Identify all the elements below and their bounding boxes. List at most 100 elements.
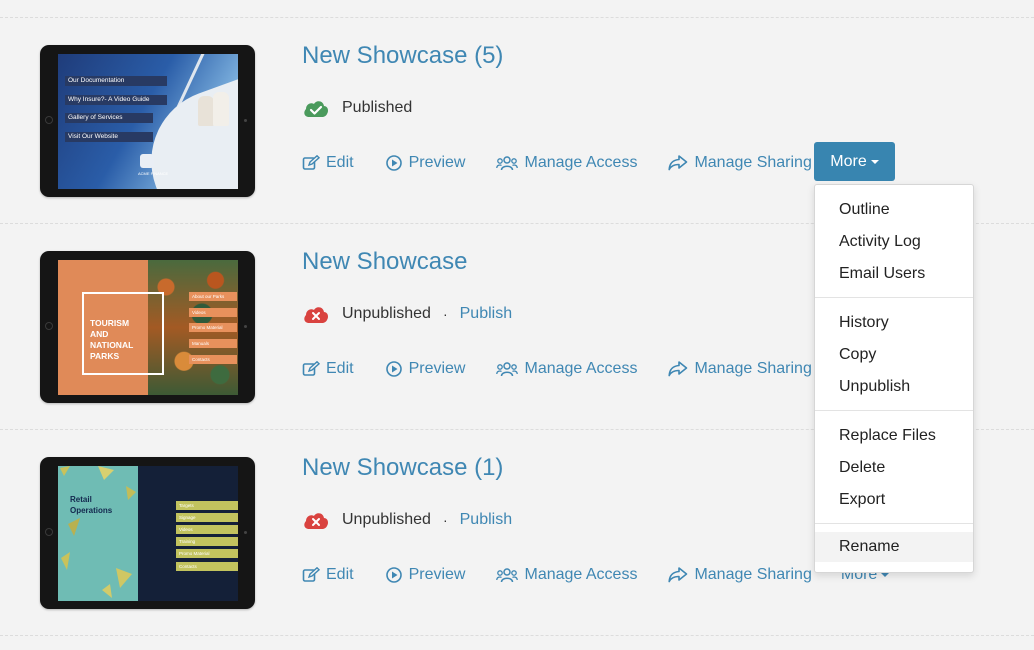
thumb-menu-item: Visit Our Website [65,132,153,142]
menu-item-email-users[interactable]: Email Users [815,259,973,289]
publish-link[interactable]: Publish [460,305,512,323]
manage-access-link[interactable]: Manage Access [496,154,637,172]
showcase-title[interactable]: New Showcase (1) [302,454,503,482]
thumb-menu-item: Our Documentation [65,76,167,86]
caret-down-icon [881,573,890,577]
manage-access-link[interactable]: Manage Access [496,566,637,584]
manage-sharing-link[interactable]: Manage Sharing [668,154,812,172]
status-text: Unpublished [342,511,431,528]
thumb-menu-item: About our Parks [189,292,237,301]
status-line: Published [302,96,412,120]
edit-label: Edit [326,154,354,171]
manage-sharing-link[interactable]: Manage Sharing [668,566,812,584]
preview-label: Preview [408,566,466,583]
users-icon [496,362,519,377]
tablet-home-button [45,116,53,124]
manage-sharing-label: Manage Sharing [694,154,812,171]
share-icon [668,361,688,377]
menu-item-rename[interactable]: Rename [815,532,973,562]
publish-link[interactable]: Publish [460,511,512,529]
manage-access-label: Manage Access [524,154,638,171]
menu-item-outline[interactable]: Outline [815,195,973,225]
edit-icon [302,155,320,170]
share-icon [668,155,688,171]
menu-divider [815,523,973,524]
thumbnail-screen: Retail Operations Targets Signage Videos… [58,466,238,601]
showcase-thumbnail[interactable]: TOURISM AND NATIONAL PARKS About our Par… [40,251,255,403]
showcase-thumbnail[interactable]: Retail Operations Targets Signage Videos… [40,457,255,609]
thumb-menu-item: Videos [176,525,238,534]
manage-access-label: Manage Access [524,360,638,377]
tablet-home-button [45,528,53,536]
cloud-x-icon [302,509,330,531]
thumb-menu-item: Training [176,537,238,546]
menu-divider [815,297,973,298]
edit-link[interactable]: Edit [302,566,354,584]
thumb-title-line: PARKS [90,351,120,361]
thumb-menu-item: Promo Material [176,549,238,558]
menu-item-history[interactable]: History [815,308,973,338]
separator-dot: · [442,512,448,528]
status-line: Unpublished · Publish [302,302,512,326]
tablet-camera [244,119,247,122]
preview-link[interactable]: Preview [385,154,466,172]
manage-access-link[interactable]: Manage Access [496,360,637,378]
edit-link[interactable]: Edit [302,360,354,378]
users-icon [496,156,519,171]
manage-sharing-link[interactable]: Manage Sharing [668,360,812,378]
status-text: Published [342,99,413,116]
preview-label: Preview [408,360,466,377]
thumb-menu-item: Contacts [189,355,237,364]
showcase-title[interactable]: New Showcase (5) [302,42,503,70]
edit-icon [302,567,320,582]
preview-link[interactable]: Preview [385,360,466,378]
menu-item-export[interactable]: Export [815,485,973,515]
edit-label: Edit [326,566,354,583]
cloud-check-icon [302,97,330,119]
separator-dot: · [442,306,448,322]
tablet-home-button [45,322,53,330]
person-figure [213,92,229,126]
menu-divider [815,410,973,411]
edit-link[interactable]: Edit [302,154,354,172]
menu-item-replace-files[interactable]: Replace Files [815,421,973,451]
showcase-title[interactable]: New Showcase [302,248,467,276]
tablet-camera [244,325,247,328]
play-circle-icon [385,361,402,377]
thumb-title-line: Retail [70,495,92,504]
thumb-logo-text: ACME FINANCE [138,171,169,176]
thumb-title-line: TOURISM [90,318,130,328]
showcase-thumbnail[interactable]: Our Documentation Why Insure?- A Video G… [40,45,255,197]
person-figure [198,96,214,126]
manage-sharing-label: Manage Sharing [694,360,812,377]
thumb-title: TOURISM AND NATIONAL PARKS [90,318,133,362]
thumb-title-line: NATIONAL [90,340,134,350]
thumb-title-line: Operations [70,506,113,515]
acme-logo-icon [140,154,154,168]
edit-icon [302,361,320,376]
thumb-menu-item: Why Insure?- A Video Guide [65,95,167,105]
play-circle-icon [385,567,402,583]
preview-link[interactable]: Preview [385,566,466,584]
menu-item-copy[interactable]: Copy [815,340,973,370]
thumbnail-screen: Our Documentation Why Insure?- A Video G… [58,54,238,189]
thumbnail-screen: TOURISM AND NATIONAL PARKS About our Par… [58,260,238,395]
manage-sharing-label: Manage Sharing [694,566,812,583]
menu-item-unpublish[interactable]: Unpublish [815,372,973,402]
more-dropdown-menu: Outline Activity Log Email Users History… [814,184,974,573]
more-dropdown-button[interactable]: More [814,142,895,181]
cloud-x-icon [302,303,330,325]
action-bar: Edit Preview Manage Access Manage Sharin… [302,357,843,381]
preview-label: Preview [408,154,466,171]
thumb-menu-item: Contacts [176,562,238,571]
menu-item-delete[interactable]: Delete [815,453,973,483]
tablet-camera [244,531,247,534]
edit-label: Edit [326,360,354,377]
caret-down-icon [870,159,879,164]
menu-item-activity-log[interactable]: Activity Log [815,227,973,257]
status-text: Unpublished [342,305,431,322]
action-bar: Edit Preview Manage Access Manage Sharin… [302,563,890,587]
action-bar: Edit Preview Manage Access Manage Sharin… [302,151,843,175]
thumb-menu-item: Gallery of Services [65,113,153,123]
status-line: Unpublished · Publish [302,508,512,532]
